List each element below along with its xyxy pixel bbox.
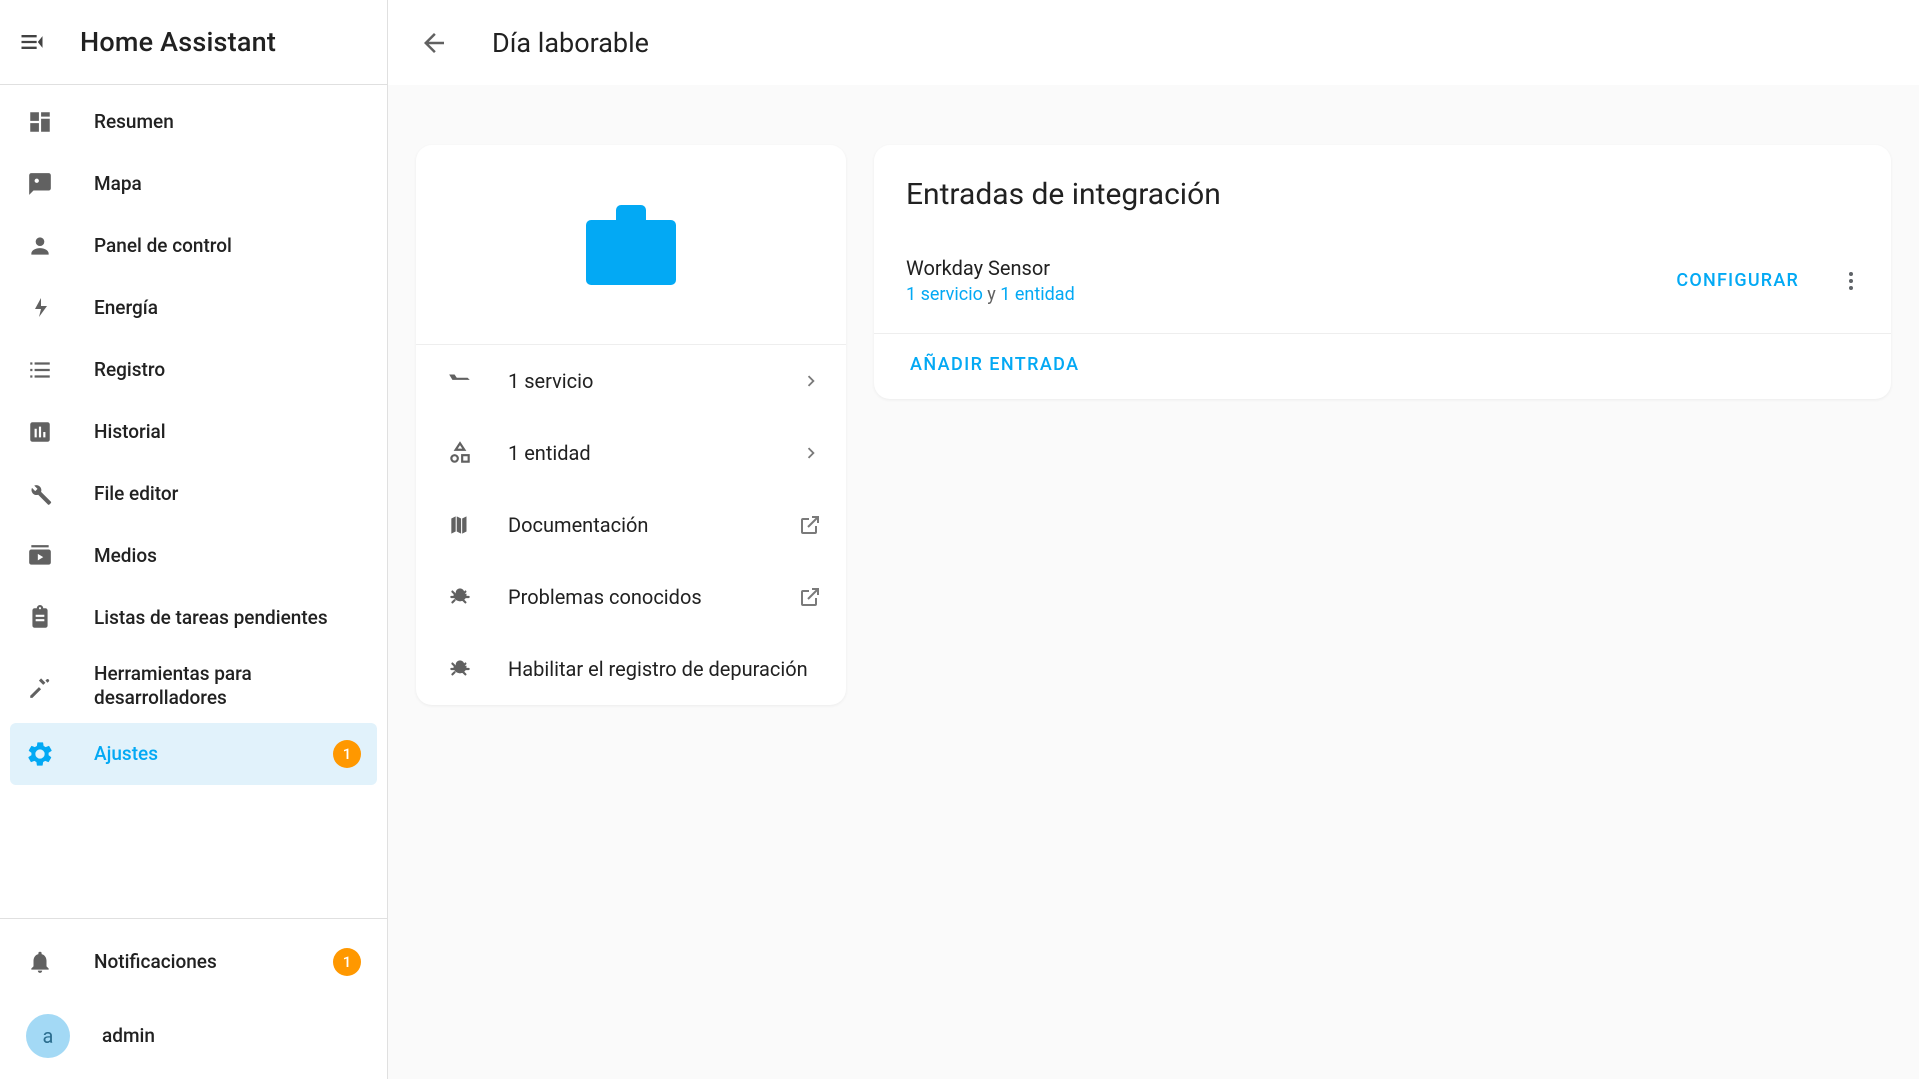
arrow-left-icon bbox=[419, 28, 449, 58]
row-label: Problemas conocidos bbox=[508, 585, 764, 609]
user-avatar: a bbox=[26, 1014, 70, 1058]
sidebar-item-label: Medios bbox=[94, 544, 361, 568]
row-label: 1 servicio bbox=[508, 369, 766, 393]
configure-button[interactable]: CONFIGURAR bbox=[1660, 262, 1815, 299]
bell-icon bbox=[26, 949, 54, 975]
sidebar-item-notifications[interactable]: Notificaciones 1 bbox=[10, 925, 377, 999]
app-title: Home Assistant bbox=[80, 26, 276, 58]
sidebar-item-label: Notificaciones bbox=[94, 950, 293, 974]
entry-text: Workday Sensor 1 servicio y 1 entidad bbox=[906, 256, 1644, 305]
briefcase-icon bbox=[566, 185, 696, 305]
main: Día laborable 1 servicio 1 entidad Docum… bbox=[388, 0, 1919, 1079]
back-button[interactable] bbox=[416, 25, 452, 61]
sidebar-item-label: Listas de tareas pendientes bbox=[94, 606, 361, 630]
play-box-icon bbox=[26, 543, 54, 569]
row-documentation[interactable]: Documentación bbox=[416, 489, 846, 561]
row-services[interactable]: 1 servicio bbox=[416, 345, 846, 417]
services-link[interactable]: 1 servicio bbox=[906, 284, 983, 305]
clipboard-icon bbox=[26, 605, 54, 631]
list-icon bbox=[26, 357, 54, 383]
sidebar-item-control-panel[interactable]: Panel de control bbox=[10, 215, 377, 277]
integration-card: 1 servicio 1 entidad Documentación Probl… bbox=[416, 145, 846, 705]
separator: y bbox=[983, 284, 1000, 305]
integration-entries-card: Entradas de integración Workday Sensor 1… bbox=[874, 145, 1891, 399]
topbar: Día laborable bbox=[388, 0, 1919, 85]
sidebar-item-media[interactable]: Medios bbox=[10, 525, 377, 587]
open-external-icon bbox=[798, 585, 822, 609]
sidebar-item-devtools[interactable]: Herramientas para desarrolladores bbox=[10, 649, 377, 723]
chevron-right-icon bbox=[800, 370, 822, 392]
entry-name: Workday Sensor bbox=[906, 256, 1644, 280]
notifications-badge: 1 bbox=[333, 948, 361, 976]
sidebar-item-label: File editor bbox=[94, 482, 361, 506]
wrench-icon bbox=[26, 481, 54, 507]
sidebar-header: Home Assistant bbox=[0, 0, 387, 85]
row-known-issues[interactable]: Problemas conocidos bbox=[416, 561, 846, 633]
sidebar-item-label: Herramientas para desarrolladores bbox=[94, 662, 361, 710]
sidebar-footer: Notificaciones 1 a admin bbox=[0, 918, 387, 1079]
shapes-icon bbox=[446, 440, 474, 466]
row-label: 1 entidad bbox=[508, 441, 766, 465]
book-icon bbox=[446, 512, 474, 538]
dots-vertical-icon bbox=[1839, 269, 1863, 293]
sidebar-item-file-editor[interactable]: File editor bbox=[10, 463, 377, 525]
sidebar-item-map[interactable]: Mapa bbox=[10, 153, 377, 215]
sidebar-item-label: Energía bbox=[94, 296, 361, 320]
gear-icon bbox=[26, 740, 54, 768]
sidebar-item-history[interactable]: Historial bbox=[10, 401, 377, 463]
chevron-right-icon bbox=[800, 442, 822, 464]
bug-play-icon bbox=[446, 656, 474, 682]
settings-badge: 1 bbox=[333, 740, 361, 768]
integration-logo bbox=[416, 145, 846, 345]
tag-icon bbox=[446, 368, 474, 394]
row-entities[interactable]: 1 entidad bbox=[416, 417, 846, 489]
sidebar-item-energy[interactable]: Energía bbox=[10, 277, 377, 339]
entry-subtitle: 1 servicio y 1 entidad bbox=[906, 284, 1644, 305]
card-title: Entradas de integración bbox=[874, 145, 1891, 236]
row-enable-debug[interactable]: Habilitar el registro de depuración bbox=[416, 633, 846, 705]
add-entry-button[interactable]: AÑADIR ENTRADA bbox=[874, 334, 1891, 399]
sidebar-item-label: Registro bbox=[94, 358, 361, 382]
sidebar-item-label: Panel de control bbox=[94, 234, 361, 258]
sidebar-item-label: Historial bbox=[94, 420, 361, 444]
hammer-icon bbox=[26, 673, 54, 699]
entities-link[interactable]: 1 entidad bbox=[1000, 284, 1074, 305]
sidebar-item-overview[interactable]: Resumen bbox=[10, 91, 377, 153]
menu-collapse-icon bbox=[18, 28, 46, 56]
more-options-button[interactable] bbox=[1831, 261, 1871, 301]
sidebar-item-label: Mapa bbox=[94, 172, 361, 196]
sidebar-nav: Resumen Mapa Panel de control Energía Re… bbox=[0, 85, 387, 918]
page-title: Día laborable bbox=[492, 27, 649, 59]
sidebar-item-logbook[interactable]: Registro bbox=[10, 339, 377, 401]
person-icon bbox=[26, 233, 54, 259]
dashboard-icon bbox=[26, 109, 54, 135]
sidebar-item-todo[interactable]: Listas de tareas pendientes bbox=[10, 587, 377, 649]
bug-icon bbox=[446, 584, 474, 610]
user-name: admin bbox=[102, 1024, 361, 1048]
row-label: Habilitar el registro de depuración bbox=[508, 657, 822, 681]
content: 1 servicio 1 entidad Documentación Probl… bbox=[388, 85, 1919, 1079]
open-external-icon bbox=[798, 513, 822, 537]
comment-icon bbox=[26, 171, 54, 197]
chart-box-icon bbox=[26, 419, 54, 445]
lightning-icon bbox=[26, 296, 54, 320]
sidebar-item-user[interactable]: a admin bbox=[10, 999, 377, 1073]
row-label: Documentación bbox=[508, 513, 764, 537]
sidebar-item-label: Resumen bbox=[94, 110, 361, 134]
sidebar-item-settings[interactable]: Ajustes 1 bbox=[10, 723, 377, 785]
sidebar: Home Assistant Resumen Mapa Panel de con… bbox=[0, 0, 388, 1079]
sidebar-item-label: Ajustes bbox=[94, 742, 293, 766]
entry-row: Workday Sensor 1 servicio y 1 entidad CO… bbox=[874, 236, 1891, 333]
menu-toggle-button[interactable] bbox=[16, 26, 48, 58]
